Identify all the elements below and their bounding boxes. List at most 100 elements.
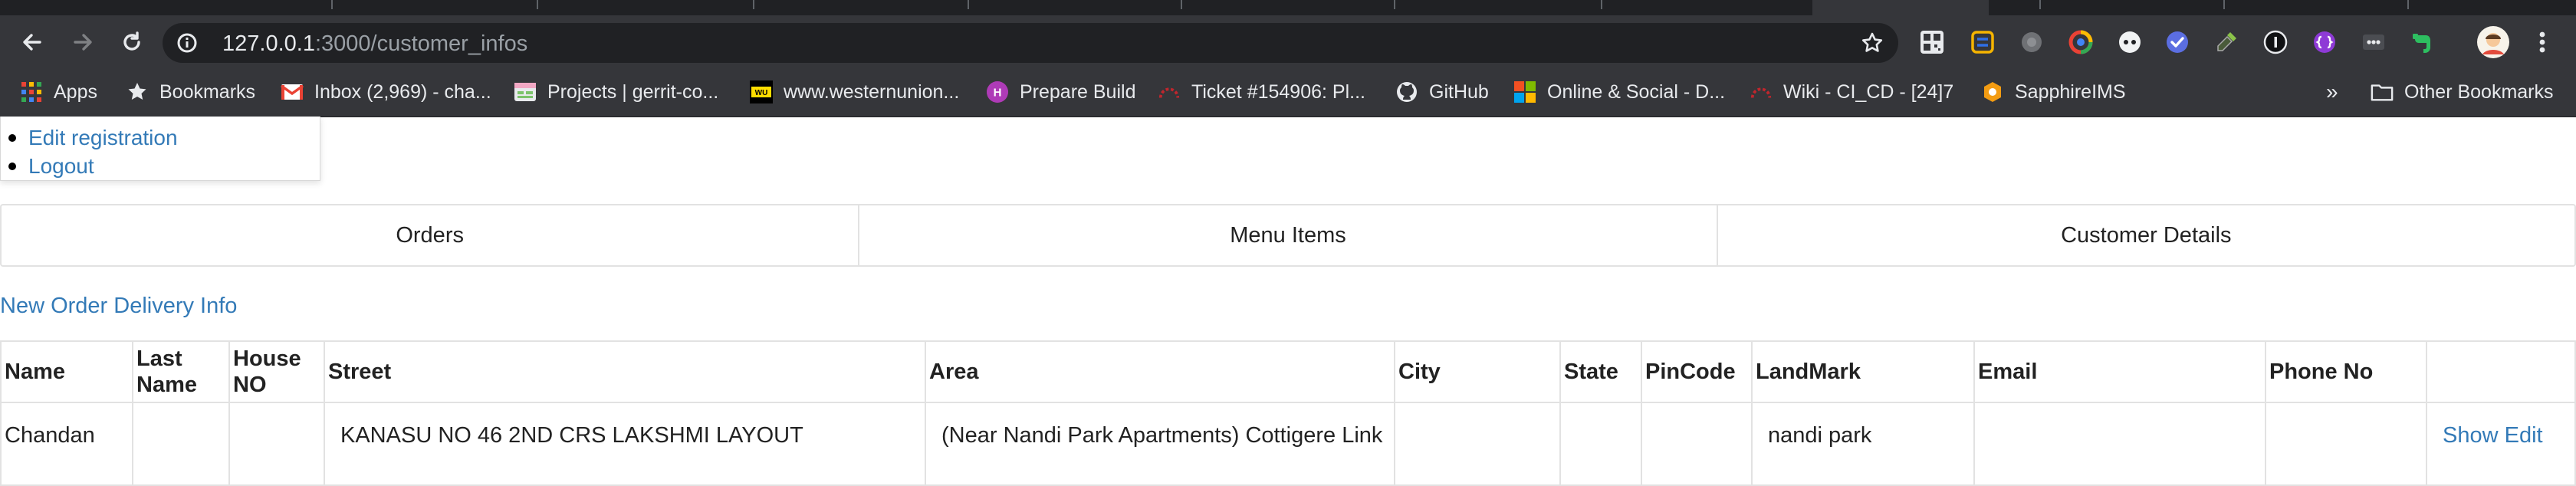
gerrit-icon	[514, 80, 537, 103]
bookmark-inbox[interactable]: Inbox (2,969) - cha...	[281, 77, 491, 107]
password-manager-extension[interactable]	[2260, 27, 2291, 57]
site-info-icon	[177, 33, 197, 53]
forward-arrow-icon	[74, 34, 92, 51]
bookmark-label: Online & Social - D...	[1547, 80, 1726, 103]
active-browser-tab[interactable]	[1812, 0, 1989, 15]
new-order-delivery-info-link[interactable]: New Order Delivery Info	[0, 291, 237, 321]
bookmark-github[interactable]: GitHub	[1395, 77, 1489, 107]
sapphire-icon	[1981, 80, 2004, 103]
tab-separator	[331, 0, 333, 9]
eyedropper-icon	[2217, 32, 2236, 51]
tab-separator	[753, 0, 754, 9]
evernote-elephant-icon	[2413, 34, 2430, 53]
cell-actions: Show Edit	[2426, 402, 2576, 486]
svg-text:WU: WU	[755, 89, 768, 97]
url-host: 127.0.0.1	[222, 31, 315, 56]
bookmark-label: Apps	[54, 80, 97, 103]
table-header-row: Name Last Name House NO Street Area City…	[0, 340, 2576, 403]
account-dropdown-menu: Edit registration Logout	[0, 117, 320, 181]
edit-link[interactable]: Edit	[2505, 423, 2543, 448]
table-row: Chandan KANASU NO 46 2ND CRS LAKSHMI LAY…	[0, 402, 2576, 486]
reload-button[interactable]	[115, 25, 149, 59]
bullet-icon	[8, 134, 16, 142]
bookmark-online-social[interactable]: Online & Social - D...	[1513, 77, 1725, 107]
bookmark-star-icon[interactable]	[1860, 31, 1884, 55]
forward-button[interactable]	[66, 25, 100, 59]
grey-circle-extension[interactable]	[2016, 27, 2047, 57]
profile-avatar-button[interactable]	[2476, 25, 2510, 59]
bookmark-label: Wiki - CI_CD - [24]7	[1783, 80, 1954, 103]
ticket-extension-icon	[1971, 31, 1994, 54]
menu-item-logout[interactable]: Logout	[8, 153, 94, 180]
back-arrow-icon	[23, 34, 41, 51]
bullet-icon	[8, 163, 16, 170]
more-extension[interactable]	[2358, 27, 2389, 57]
github-icon	[1395, 80, 1418, 103]
column-header-state: State	[1559, 340, 1642, 403]
column-header-last-name: Last Name	[132, 340, 230, 403]
tab-separator	[1601, 0, 1602, 9]
cell-email	[1973, 402, 2266, 486]
bookmark-western-union[interactable]: WU www.westernunion...	[750, 77, 959, 107]
cell-pincode	[1641, 402, 1753, 486]
url-path: :3000/customer_infos	[314, 31, 528, 56]
avatar-icon	[2477, 26, 2509, 58]
tab-separator	[2407, 0, 2409, 9]
colorful-ring-icon	[2068, 30, 2093, 54]
browser-menu-button[interactable]	[2527, 27, 2558, 57]
cell-city	[1394, 402, 1561, 486]
microsoft-icon	[1513, 80, 1536, 103]
western-union-icon: WU	[750, 80, 773, 103]
bookmark-bookmarks-folder[interactable]: Bookmarks	[126, 77, 255, 107]
bookmark-wiki-ci-cd[interactable]: Wiki - CI_CD - [24]7	[1750, 77, 1953, 107]
cell-landmark: nandi park	[1751, 402, 1975, 486]
other-bookmarks-folder[interactable]: Other Bookmarks	[2371, 77, 2554, 107]
other-bookmarks-label: Other Bookmarks	[2404, 80, 2554, 103]
qr-code-extension[interactable]	[1917, 27, 1947, 57]
column-header-actions	[2426, 340, 2576, 403]
dots-extension[interactable]	[2114, 27, 2145, 57]
prepare-build-icon: H	[986, 80, 1009, 103]
back-button[interactable]	[15, 25, 49, 59]
bookmark-label: GitHub	[1429, 80, 1489, 103]
column-header-house-no: House NO	[228, 340, 325, 403]
bookmark-label: Bookmarks	[159, 80, 256, 103]
bookmark-sapphireims[interactable]: SapphireIMS	[1981, 77, 2126, 107]
tab-separator	[1181, 0, 1182, 9]
ticket-extension[interactable]	[1967, 27, 1998, 57]
bookmark-ticket[interactable]: Ticket #154906: Pl...	[1158, 77, 1365, 107]
wiki-icon	[1750, 80, 1773, 103]
bookmark-label: Projects | gerrit-co...	[547, 80, 719, 103]
bookmarks-bar: Apps Bookmarks Inbox (2,969) - cha... Pr…	[0, 69, 2576, 117]
bookmark-apps[interactable]: Apps	[20, 77, 97, 107]
evernote-extension[interactable]	[2407, 27, 2438, 57]
cell-street: KANASU NO 46 2ND CRS LAKSHMI LAYOUT	[324, 402, 926, 486]
dots-circle-icon	[2119, 31, 2141, 53]
bookmark-prepare-build[interactable]: H Prepare Build	[986, 77, 1135, 107]
column-header-area: Area	[925, 340, 1395, 403]
tab-separator	[537, 0, 538, 9]
tab-menu-items[interactable]: Menu Items	[859, 205, 1718, 265]
tab-customer-details[interactable]: Customer Details	[1718, 205, 2574, 265]
bookmark-label: Prepare Build	[1020, 80, 1136, 103]
purple-extension[interactable]	[2309, 27, 2340, 57]
verified-extension[interactable]	[2162, 27, 2193, 57]
bookmarks-overflow-button[interactable]: »	[2326, 77, 2338, 107]
one-password-icon	[2263, 30, 2288, 54]
column-header-city: City	[1394, 340, 1561, 403]
bookmark-label: Inbox (2,969) - cha...	[314, 80, 491, 103]
tab-separator	[1394, 0, 1395, 9]
apps-grid-icon	[20, 80, 43, 103]
tab-orders[interactable]: Orders	[2, 205, 860, 265]
check-badge-icon	[2167, 31, 2188, 53]
menu-item-label: Edit registration	[28, 126, 178, 149]
url-text[interactable]: 127.0.0.1:3000/customer_infos	[222, 28, 527, 59]
svg-text:H: H	[994, 87, 1002, 100]
qr-code-icon	[1921, 31, 1944, 54]
show-link[interactable]: Show	[2443, 423, 2499, 448]
bookmark-projects-gerrit[interactable]: Projects | gerrit-co...	[514, 77, 718, 107]
colorful-ring-extension[interactable]	[2065, 27, 2096, 57]
dropper-extension[interactable]	[2211, 27, 2242, 57]
star-icon	[126, 80, 149, 103]
menu-item-edit-registration[interactable]: Edit registration	[8, 124, 178, 152]
